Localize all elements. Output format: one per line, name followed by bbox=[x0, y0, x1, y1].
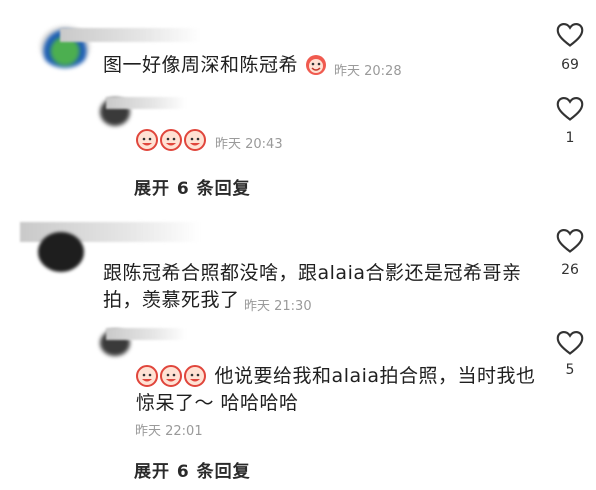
comment-text: 跟陈冠希合照都没啥，跟alaia合影还是冠希哥亲 bbox=[103, 258, 522, 288]
crying-laughing-face-icon bbox=[136, 129, 206, 151]
crying-laughing-face-icon bbox=[136, 365, 206, 387]
like-button[interactable] bbox=[556, 22, 584, 52]
like-button[interactable] bbox=[556, 330, 584, 360]
like-count: 69 bbox=[561, 57, 579, 73]
reply-username-redacted[interactable] bbox=[106, 328, 186, 340]
comment-text-1: 图一好像周深和陈冠希 bbox=[103, 50, 327, 85]
reply-text: 惊呆了～ 哈哈哈哈 bbox=[136, 388, 299, 418]
like-count: 1 bbox=[565, 130, 575, 146]
avatar[interactable] bbox=[38, 232, 84, 272]
reply-text-line: 他说要给我和alaia拍合照，当时我也 bbox=[214, 365, 536, 387]
like-button[interactable] bbox=[556, 96, 584, 126]
username-redacted[interactable] bbox=[60, 28, 200, 42]
reply-username-redacted[interactable] bbox=[106, 97, 186, 109]
comment-text: 拍，羡慕死我了 bbox=[103, 285, 240, 315]
comment-text: 图一好像周深和陈冠希 bbox=[103, 54, 299, 76]
expand-replies-button[interactable]: 展开 6 条回复 bbox=[134, 457, 251, 482]
comment-time: 昨天 20:28 bbox=[334, 64, 402, 79]
like-count: 5 bbox=[565, 362, 575, 378]
comment-time: 昨天 21:30 bbox=[244, 299, 312, 314]
heart-outline-icon[interactable] bbox=[556, 96, 584, 122]
like-button[interactable] bbox=[556, 228, 584, 258]
expand-replies-button[interactable]: 展开 6 条回复 bbox=[134, 174, 251, 199]
reply-emojis bbox=[136, 129, 208, 155]
reply-time: 昨天 22:01 bbox=[135, 424, 203, 439]
comment-text-line: 拍，羡慕死我了 bbox=[103, 289, 240, 311]
emoji-icon bbox=[305, 54, 327, 85]
like-count: 26 bbox=[561, 262, 579, 278]
reply-text-line: 惊呆了～ 哈哈哈哈 bbox=[136, 392, 299, 414]
heart-outline-icon[interactable] bbox=[556, 22, 584, 48]
heart-outline-icon[interactable] bbox=[556, 228, 584, 254]
comment-text-line: 跟陈冠希合照都没啥，跟alaia合影还是冠希哥亲 bbox=[103, 262, 522, 284]
reply-time: 昨天 20:43 bbox=[215, 137, 283, 152]
heart-outline-icon[interactable] bbox=[556, 330, 584, 356]
